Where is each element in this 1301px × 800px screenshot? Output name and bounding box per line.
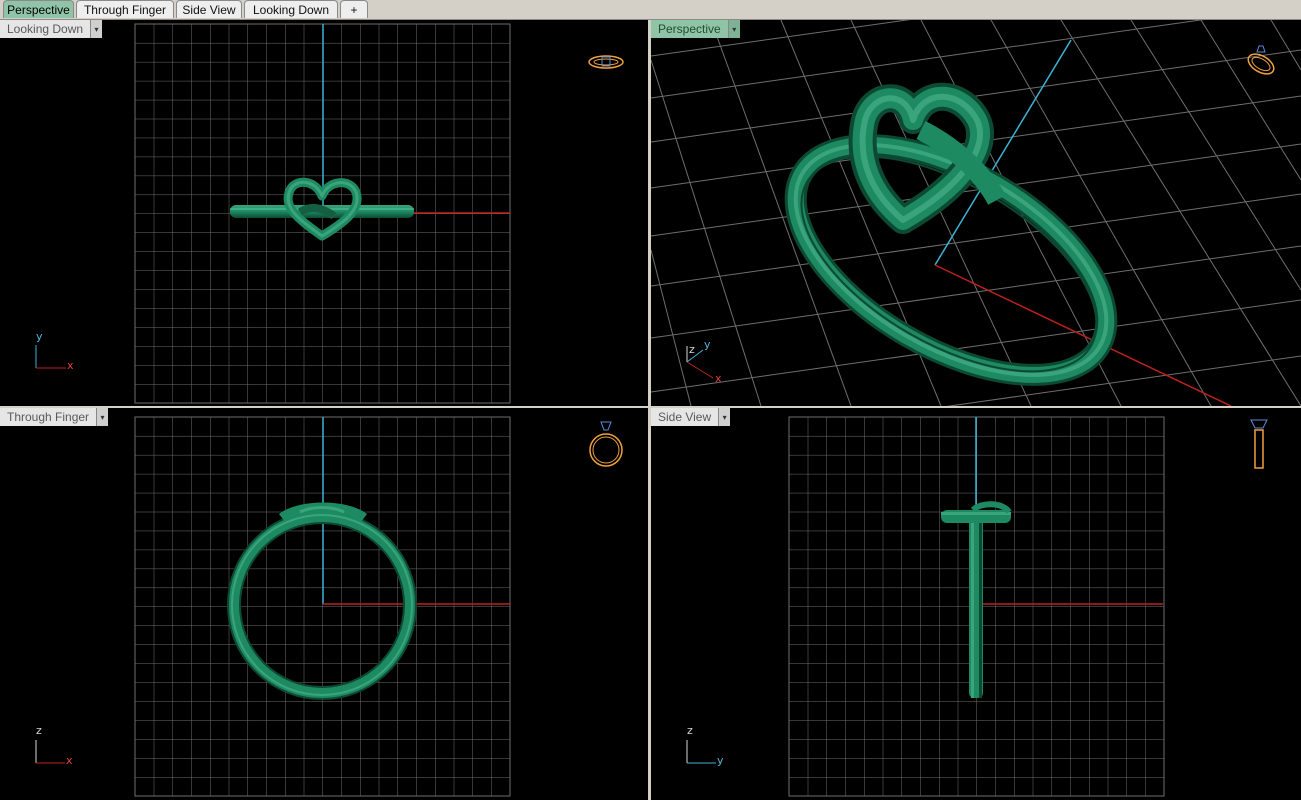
viewport-label-looking-down[interactable]: Looking Down ▾ xyxy=(0,20,103,38)
x-axis-line xyxy=(934,264,1232,406)
viewport-canvas xyxy=(134,416,511,797)
z-axis-label: z xyxy=(687,724,693,737)
viewport-label-through-finger[interactable]: Through Finger ▾ xyxy=(0,408,109,426)
viewport-canvas xyxy=(788,416,1165,797)
tab-side-view[interactable]: Side View xyxy=(176,0,242,18)
axis-indicator xyxy=(686,346,714,379)
chevron-down-icon[interactable]: ▾ xyxy=(90,20,103,38)
axis-indicator xyxy=(35,345,66,369)
x-axis-label: x xyxy=(66,754,73,767)
chevron-down-icon[interactable]: ▾ xyxy=(727,20,740,38)
ring-front-view-icon[interactable] xyxy=(586,420,628,470)
tab-through-finger[interactable]: Through Finger xyxy=(76,0,174,18)
ring-perspective-icon[interactable] xyxy=(1241,40,1281,80)
viewport-title: Side View xyxy=(651,408,719,426)
perspective-grid xyxy=(651,20,1301,406)
viewport-through-finger[interactable]: Through Finger ▾ z x xyxy=(0,408,648,800)
z-axis-label: z xyxy=(36,724,42,737)
tab-looking-down[interactable]: Looking Down xyxy=(244,0,338,18)
viewport-title: Looking Down xyxy=(0,20,91,38)
add-tab-button[interactable]: + xyxy=(340,0,368,18)
tab-perspective[interactable]: Perspective xyxy=(3,0,74,18)
viewport-looking-down[interactable]: Looking Down ▾ y x xyxy=(0,20,648,406)
chevron-down-icon[interactable]: ▾ xyxy=(96,408,109,426)
axis-indicator xyxy=(35,740,65,764)
viewport-perspective[interactable]: Perspective ▾ z y x xyxy=(651,20,1301,406)
x-axis-label: x xyxy=(715,372,722,385)
y-axis-label: y xyxy=(704,338,711,351)
ring-side-view-icon[interactable] xyxy=(1247,418,1271,472)
y-axis-label: y xyxy=(717,754,724,767)
viewport-canvas xyxy=(134,23,511,404)
ring-top-view-icon[interactable] xyxy=(586,50,626,74)
view-tab-bar: Perspective Through Finger Side View Loo… xyxy=(0,0,1301,20)
ring-model-perspective xyxy=(784,82,1118,386)
viewport-side-view[interactable]: Side View ▾ z y xyxy=(651,408,1301,800)
viewport-canvas xyxy=(651,20,1301,406)
axis-indicator xyxy=(686,740,716,764)
viewport-title: Through Finger xyxy=(0,408,97,426)
y-axis-label: y xyxy=(36,330,43,343)
viewport-label-perspective[interactable]: Perspective ▾ xyxy=(651,20,740,38)
chevron-down-icon[interactable]: ▾ xyxy=(718,408,731,426)
viewport-title: Perspective xyxy=(651,20,728,38)
viewport-label-side-view[interactable]: Side View ▾ xyxy=(651,408,731,426)
x-axis-label: x xyxy=(67,359,74,372)
z-axis-label: z xyxy=(689,343,695,356)
